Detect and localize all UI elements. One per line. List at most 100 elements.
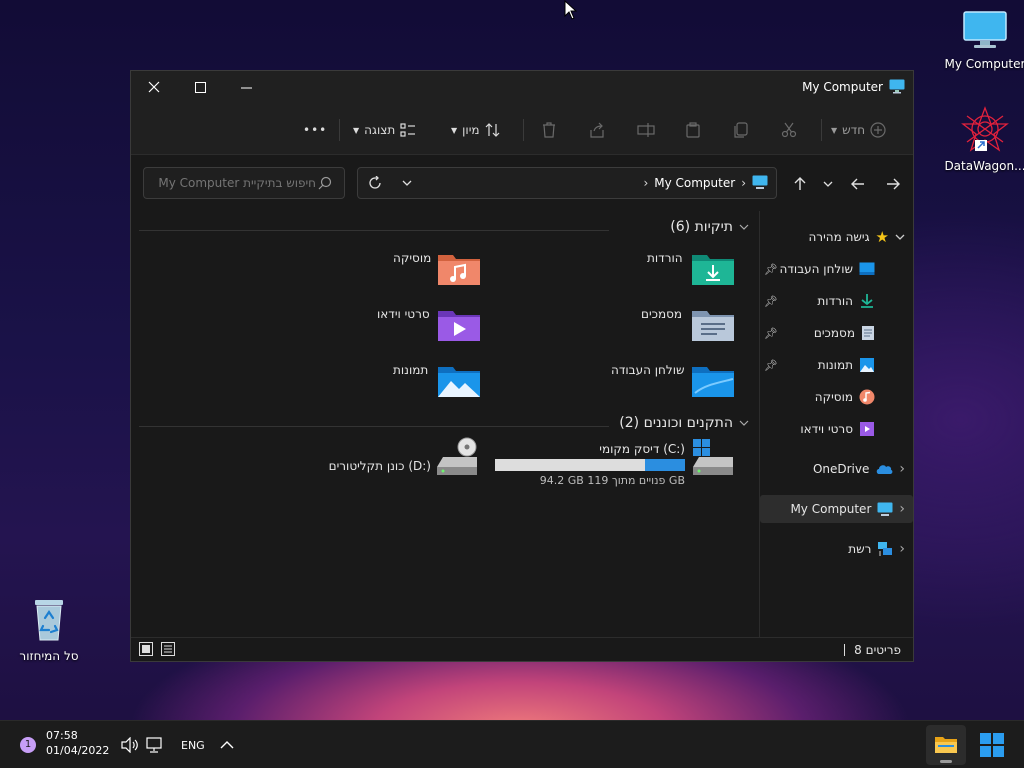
content-pane: תיקיות (6) הורדות מסמכים שולחן העבודה מו…: [131, 211, 757, 637]
more-button[interactable]: •••: [303, 117, 327, 143]
chevron-up-icon[interactable]: [220, 740, 234, 750]
rename-button[interactable]: [637, 117, 655, 143]
clock[interactable]: 07:58 01/04/2022: [46, 729, 109, 757]
address-bar[interactable]: › My Computer ›: [357, 167, 777, 199]
chevron-down-icon: ▼: [353, 125, 360, 135]
drive-d-tile[interactable]: כונן תקליטורים (D:): [327, 437, 487, 489]
download-icon: [861, 294, 873, 308]
file-explorer-icon: [935, 737, 957, 753]
folder-tile-documents[interactable]: מסמכים: [641, 307, 682, 321]
folder-label: שולחן העבודה: [611, 363, 685, 377]
monitor-icon: [877, 502, 893, 516]
folder-tile-music[interactable]: מוסיקה: [393, 251, 431, 265]
taskbar: 1 07:58 01/04/2022 ENG: [0, 720, 1024, 768]
chevron-down-icon: ▼: [831, 125, 838, 135]
desktop-folder-icon: [692, 367, 734, 397]
window-title: My Computer: [802, 79, 905, 94]
minimize-icon: [240, 87, 252, 88]
chevron-right-icon[interactable]: ›: [899, 501, 905, 517]
refresh-button[interactable]: [364, 172, 386, 194]
sidebar-item-label: גישה מהירה: [808, 230, 870, 244]
sidebar-item-downloads[interactable]: 📌︎ הורדות: [760, 287, 875, 315]
desktop-icon-label: סל המיחזור: [19, 649, 79, 663]
music-icon: [859, 389, 875, 405]
minimize-button[interactable]: [223, 71, 269, 103]
chevron-right-icon[interactable]: ›: [899, 461, 905, 477]
pin-icon[interactable]: 📌︎: [764, 295, 778, 308]
start-button[interactable]: [978, 731, 1006, 759]
breadcrumb-chevron-icon: ›: [643, 175, 649, 190]
new-button[interactable]: ▼ חדש: [831, 117, 886, 143]
pin-icon[interactable]: 📌︎: [764, 359, 778, 372]
sidebar-item-desktop[interactable]: 📌︎ שולחן העבודה: [760, 255, 875, 283]
taskbar-file-explorer[interactable]: [926, 725, 966, 765]
desktop-icon-datawagon[interactable]: DataWagon...: [943, 106, 1024, 173]
breadcrumb[interactable]: › My Computer ›: [643, 175, 768, 190]
search-input[interactable]: [148, 176, 316, 190]
folder-tile-desktop[interactable]: שולחן העבודה: [611, 363, 684, 377]
search-box[interactable]: [143, 167, 345, 199]
copy-button[interactable]: [733, 117, 749, 143]
folders-group-header[interactable]: תיקיות (6): [670, 219, 749, 235]
paste-button[interactable]: [685, 117, 701, 143]
sidebar-item-quick-access[interactable]: גישה מהירה ★: [760, 223, 905, 251]
sidebar-item-onedrive[interactable]: OneDrive ›: [760, 455, 905, 483]
arrow-right-icon: [887, 178, 900, 190]
video-icon: [860, 422, 874, 436]
chevron-down-icon: [739, 420, 749, 426]
star-icon: ★: [875, 228, 889, 246]
sidebar-item-videos[interactable]: סרטי וידאו: [760, 415, 875, 443]
sort-button[interactable]: ▼ מיון: [451, 117, 501, 143]
devices-group-header[interactable]: התקנים וכוננים (2): [619, 415, 749, 431]
picture-icon: [860, 358, 874, 372]
back-button[interactable]: [847, 173, 869, 195]
drive-label: כונן תקליטורים (D:): [328, 459, 431, 473]
volume-icon[interactable]: [121, 737, 139, 753]
sidebar-item-label: OneDrive: [812, 462, 870, 476]
sidebar-item-pictures[interactable]: 📌︎ תמונות: [760, 351, 875, 379]
list-view-button[interactable]: [161, 642, 175, 659]
sidebar-item-music[interactable]: מוסיקה: [760, 383, 875, 411]
cut-button[interactable]: [781, 117, 797, 143]
close-button[interactable]: [131, 71, 177, 103]
folder-tile-videos[interactable]: סרטי וידאו: [377, 307, 430, 321]
network-status-icon[interactable]: [146, 737, 164, 753]
maximize-button[interactable]: [177, 71, 223, 103]
recycle-bin-icon: [35, 600, 63, 641]
drive-usage-fill: [645, 459, 685, 471]
sidebar-item-label: תמונות: [817, 358, 853, 372]
file-explorer-window: My Computer ••• ▼ תצוגה ▼ מיון ▼ חדש חיפ…: [130, 70, 914, 662]
breadcrumb-item[interactable]: My Computer: [654, 176, 735, 190]
desktop-icon-recycle-bin[interactable]: סל המיחזור: [7, 596, 91, 663]
desktop-icon-label: My Computer: [944, 57, 1024, 71]
chevron-down-icon: [895, 234, 905, 240]
desktop-icon-my-computer[interactable]: My Computer: [943, 10, 1024, 71]
folder-tile-pictures[interactable]: תמונות: [393, 363, 428, 377]
chevron-right-icon[interactable]: ›: [899, 541, 905, 557]
sidebar-item-my-computer[interactable]: My Computer ›: [760, 495, 913, 523]
address-history-button[interactable]: [396, 172, 418, 194]
group-divider: [139, 426, 609, 427]
group-title: תיקיות (6): [670, 219, 733, 235]
language-indicator[interactable]: ENG: [181, 739, 205, 752]
share-button[interactable]: [589, 117, 605, 143]
desktop-icon: [859, 262, 875, 275]
forward-button[interactable]: [882, 173, 904, 195]
folder-label: הורדות: [647, 251, 683, 265]
notification-badge[interactable]: 1: [20, 737, 36, 753]
view-button[interactable]: ▼ תצוגה: [353, 117, 416, 143]
delete-button[interactable]: [541, 117, 557, 143]
details-view-button[interactable]: [139, 642, 153, 659]
up-button[interactable]: [789, 173, 811, 195]
recent-locations-button[interactable]: [817, 173, 839, 195]
sidebar-item-network[interactable]: רשת ›: [760, 535, 905, 563]
pin-icon[interactable]: 📌︎: [764, 327, 778, 340]
refresh-icon: [369, 176, 381, 189]
monitor-icon: [963, 11, 1007, 48]
sidebar-item-label: הורדות: [817, 294, 853, 308]
drive-c-tile[interactable]: דיסק מקומי (C:) 94.2 GB פנויים מתוך 119 …: [495, 439, 737, 489]
sort-label: מיון: [462, 123, 480, 137]
pin-icon[interactable]: 📌︎: [764, 263, 778, 276]
folder-tile-downloads[interactable]: הורדות: [647, 251, 683, 265]
sidebar-item-documents[interactable]: 📌︎ מסמכים: [760, 319, 875, 347]
